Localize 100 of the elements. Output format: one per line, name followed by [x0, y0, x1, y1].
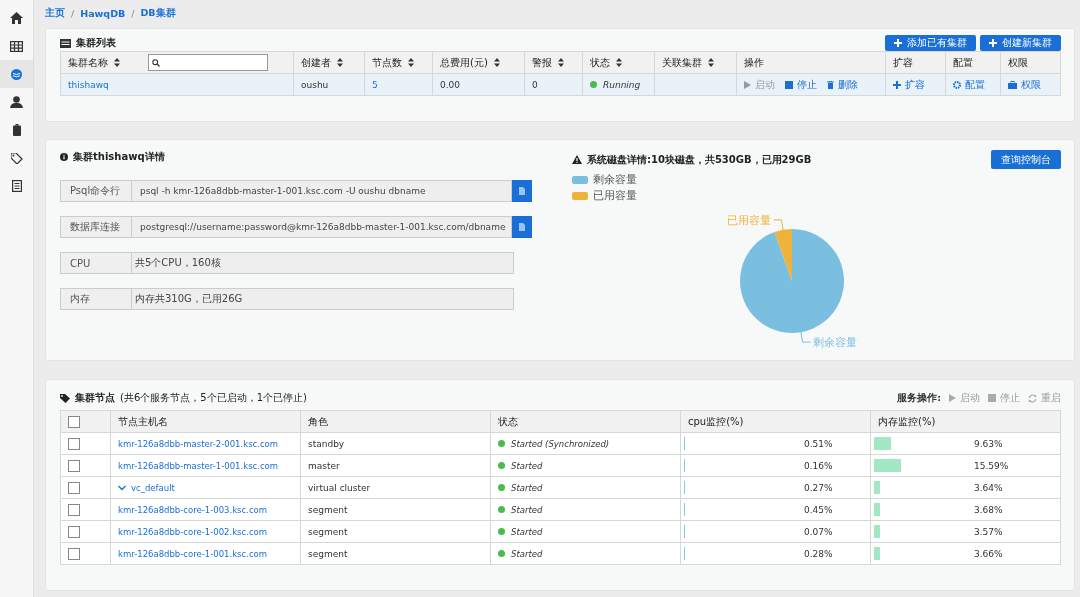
field-value: psql -h kmr-126a8dbb-master-1-001.ksc.com -U oushu dbname	[132, 180, 512, 202]
field-label: Psql命令行	[60, 180, 132, 202]
status-text: Started	[511, 504, 543, 515]
leader-line	[800, 330, 812, 343]
breadcrumb-separator: /	[71, 7, 75, 19]
cpu-reading: 0.28%	[804, 548, 833, 559]
sort-icon[interactable]	[408, 58, 414, 67]
info-icon	[60, 153, 68, 161]
column-header[interactable]: 创建者	[293, 51, 365, 74]
panel-title: 集群thishawq详情	[73, 150, 165, 164]
sort-icon[interactable]	[337, 58, 343, 67]
stop-button[interactable]: 停止	[785, 77, 817, 92]
sort-icon[interactable]	[493, 58, 500, 67]
search-icon	[152, 58, 160, 67]
status-text: Started	[511, 548, 543, 559]
status-text: Started	[511, 526, 543, 537]
play-icon	[949, 394, 956, 402]
add-button[interactable]: 添加已有集群	[885, 35, 976, 51]
column-header: 扩容	[885, 51, 946, 74]
checkbox[interactable]	[68, 525, 80, 538]
breadcrumb-separator: /	[131, 7, 135, 19]
briefcase-icon	[1008, 80, 1017, 89]
table-cell: master	[300, 454, 491, 477]
delete-button[interactable]: 删除	[827, 77, 858, 92]
column-header: 内存监控(%)	[870, 410, 1061, 433]
table-cell: standby	[300, 432, 491, 455]
database-icon	[11, 68, 22, 80]
service-ops-label: 服务操作:	[897, 391, 941, 405]
battery-icon	[12, 124, 21, 136]
checkbox[interactable]	[68, 415, 80, 428]
node-summary: (共6个服务节点，5个已启动，1个已停止)	[120, 391, 307, 405]
document-icon	[519, 187, 525, 195]
field-label: 数据库连接	[60, 216, 132, 238]
checkbox[interactable]	[68, 481, 80, 494]
column-header: cpu监控(%)	[680, 410, 871, 433]
slice-label: 已用容量	[727, 213, 772, 226]
column-header[interactable]: 警报	[524, 51, 583, 74]
stop-icon	[785, 80, 793, 89]
breadcrumb-link[interactable]: 主页	[45, 6, 65, 20]
sort-icon[interactable]	[708, 58, 714, 67]
search-field[interactable]	[148, 54, 268, 71]
tag-icon	[60, 393, 70, 403]
status-dot	[498, 506, 505, 513]
gear-icon	[953, 80, 961, 89]
status-text: Started (Synchronized)	[511, 438, 610, 449]
status-dot	[590, 81, 597, 88]
field-value: 内存共310G，已用26G	[132, 288, 514, 310]
column-header: 权限	[1000, 51, 1061, 74]
sort-icon[interactable]	[114, 58, 120, 67]
panel-title: 系统磁盘详情:10块磁盘，共530GB，已用29GB	[587, 152, 812, 167]
checkbox[interactable]	[68, 503, 80, 516]
panel-title: 集群列表	[76, 36, 116, 50]
checkbox[interactable]	[68, 547, 80, 560]
column-header[interactable]: 总费用(元)	[432, 51, 525, 74]
memory-reading: 3.64%	[974, 482, 1003, 493]
plus-icon	[894, 39, 902, 47]
copy-button[interactable]	[512, 180, 532, 202]
console-button[interactable]: 查询控制台	[991, 150, 1061, 169]
column-header[interactable]: 状态	[582, 51, 655, 74]
table-cell: segment	[300, 542, 491, 565]
field-value: postgresql://username:password@kmr-126a8dbb-master-1-001.ksc.com/dbname	[132, 216, 512, 238]
trash-icon	[827, 80, 834, 89]
column-header[interactable]: 关联集群	[654, 51, 737, 74]
field-value: 共5个CPU，160核	[132, 252, 514, 274]
document-icon	[11, 180, 22, 192]
table-cell: virtual cluster	[300, 476, 491, 499]
stop-button[interactable]: 停止	[988, 391, 1020, 405]
user-icon	[10, 96, 23, 108]
column-header: 角色	[300, 410, 491, 433]
memory-reading: 3.68%	[974, 504, 1003, 515]
cpu-reading: 0.27%	[804, 482, 833, 493]
table-cell[interactable]: thishawq	[60, 73, 294, 96]
warning-icon	[572, 155, 582, 164]
checkbox[interactable]	[68, 459, 80, 472]
play-icon	[744, 80, 751, 89]
chevron-icon	[118, 484, 126, 491]
status-dot	[498, 550, 505, 557]
status-dot	[498, 462, 505, 469]
table-cell: segment	[300, 520, 491, 543]
start-button[interactable]: 启动	[949, 391, 980, 405]
field-label: CPU	[60, 252, 132, 274]
cpu-reading: 0.45%	[804, 504, 833, 515]
field-label: 内存	[60, 288, 132, 310]
checkbox[interactable]	[68, 437, 80, 450]
breadcrumb-link[interactable]: HawqDB	[80, 7, 126, 19]
copy-button[interactable]	[512, 216, 532, 238]
panel-title: 集群节点	[75, 391, 115, 405]
plus-icon	[989, 39, 997, 47]
memory-reading: 3.66%	[974, 548, 1003, 559]
memory-reading: 9.63%	[974, 438, 1003, 449]
column-header[interactable]: 节点数	[364, 51, 433, 74]
leader-line	[772, 219, 784, 232]
column-header[interactable]: 集群名称	[60, 51, 294, 74]
add-button[interactable]: 创建新集群	[980, 35, 1061, 51]
legend-swatch	[572, 176, 588, 184]
restart-button[interactable]: 重启	[1028, 391, 1061, 405]
sort-icon[interactable]	[616, 58, 622, 67]
sort-icon[interactable]	[558, 58, 564, 67]
table-cell: segment	[300, 498, 491, 521]
breadcrumb-link[interactable]: DB集群	[140, 6, 176, 20]
